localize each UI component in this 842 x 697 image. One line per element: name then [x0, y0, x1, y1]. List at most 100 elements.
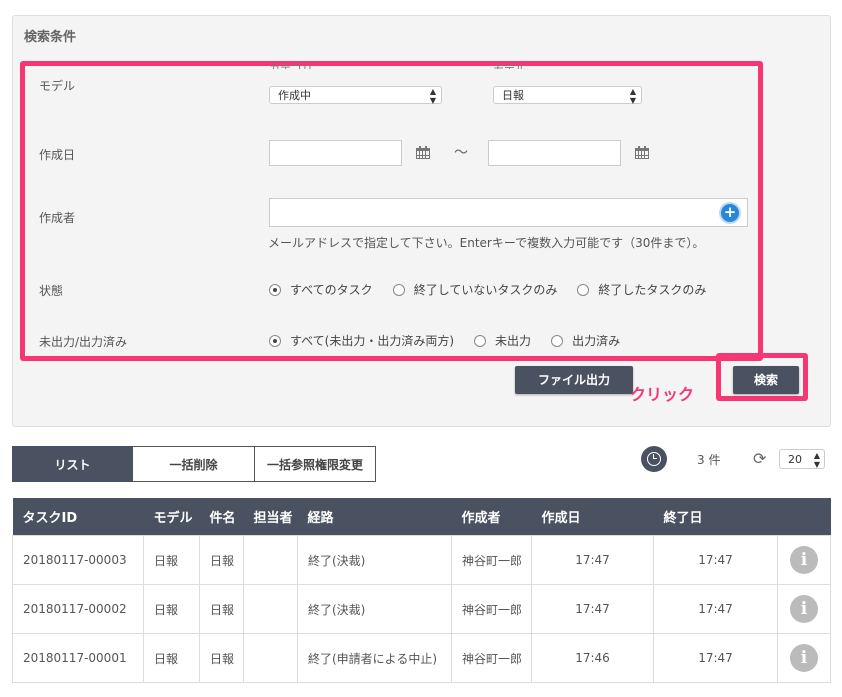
category-select-value: 作成中 [278, 89, 311, 102]
date-to-input[interactable] [488, 140, 621, 166]
model-label: モデル [39, 79, 76, 93]
column-header[interactable]: 作成日 [531, 498, 654, 536]
status-option-unfinished[interactable]: 終了していないタスクのみ [392, 281, 558, 298]
output-label: 未出力/出力済み [39, 335, 128, 349]
table-header-row: タスクID モデル 件名 担当者 経路 作成者 作成日 終了日 [12, 498, 831, 536]
column-header[interactable]: 件名 [199, 498, 244, 536]
radio-button[interactable] [269, 283, 281, 296]
radio-label: すべてのタスク [290, 283, 373, 297]
radio-button[interactable] [551, 334, 564, 347]
column-header[interactable]: 終了日 [653, 498, 778, 536]
refresh-icon[interactable]: ⟳ [753, 449, 766, 468]
status-option-all[interactable]: すべてのタスク [269, 281, 373, 298]
click-annotation: クリック [630, 385, 695, 404]
radio-label: 終了していないタスクのみ [413, 283, 558, 297]
updown-arrow-icon: ▲ ▼ [429, 87, 436, 105]
updown-arrow-icon: ▲ ▼ [629, 87, 636, 105]
updown-arrow-icon: ▲ ▼ [813, 451, 820, 469]
category-header: カテゴリ [269, 62, 313, 69]
finished-cell: 17:47 [653, 535, 778, 585]
search-button[interactable]: 検索 [733, 366, 799, 394]
author-cell: 神谷町一郎 [451, 535, 532, 585]
author-input[interactable] [269, 198, 748, 227]
model-select[interactable]: 日報 ▲ ▼ [493, 86, 642, 105]
subject-cell: 日報 [199, 633, 244, 683]
task-id-cell: 20180117-00003 [12, 535, 144, 585]
subject-cell: 日報 [199, 584, 244, 634]
result-count: 3 件 [697, 453, 721, 467]
radio-label: 出力済み [572, 334, 621, 348]
created-cell: 17:47 [531, 584, 654, 634]
output-option-not-output[interactable]: 未出力 [474, 332, 531, 349]
assignee-cell [243, 584, 298, 634]
model-cell: 日報 [143, 633, 200, 683]
created-cell: 17:47 [531, 535, 654, 585]
radio-button[interactable] [474, 334, 487, 347]
model-cell: 日報 [143, 584, 200, 634]
created-cell: 17:46 [531, 633, 654, 683]
model-cell: 日報 [143, 535, 200, 585]
subject-cell: 日報 [199, 535, 244, 585]
status-label: 状態 [39, 284, 64, 298]
date-from-input[interactable] [269, 140, 402, 166]
column-header[interactable]: 作成者 [451, 498, 532, 536]
radio-label: 未出力 [495, 334, 532, 348]
route-cell: 終了(決裁) [297, 535, 452, 585]
tab-list[interactable]: リスト [12, 446, 133, 482]
task-id-cell: 20180117-00001 [12, 633, 144, 683]
radio-button[interactable] [577, 283, 590, 296]
output-option-output[interactable]: 出力済み [551, 332, 620, 349]
table-row[interactable]: 20180117-00003 日報 日報 終了(決裁) 神谷町一郎 17:47 … [12, 535, 831, 585]
author-cell: 神谷町一郎 [451, 584, 532, 634]
per-page-select[interactable]: 20 ▲ ▼ [779, 449, 825, 469]
output-option-all[interactable]: すべて(未出力・出力済み両方) [269, 332, 454, 349]
assignee-cell [243, 535, 298, 585]
info-cell: i [777, 535, 831, 585]
column-header[interactable]: タスクID [12, 498, 144, 536]
calendar-icon[interactable] [635, 146, 649, 159]
info-icon[interactable]: i [790, 546, 818, 574]
info-cell: i [777, 633, 831, 683]
radio-label: すべて(未出力・出力済み両方) [290, 334, 455, 348]
author-hint: メールアドレスで指定して下さい。Enterキーで複数入力可能です（30件まで）。 [268, 236, 705, 250]
status-option-finished[interactable]: 終了したタスクのみ [577, 281, 706, 298]
model-header: モデル [493, 62, 526, 69]
radio-button[interactable] [392, 283, 405, 296]
per-page-value: 20 [788, 453, 802, 466]
category-select[interactable]: 作成中 ▲ ▼ [269, 86, 442, 105]
finished-cell: 17:47 [653, 633, 778, 683]
column-header[interactable]: モデル [143, 498, 200, 536]
task-id-cell: 20180117-00002 [12, 584, 144, 634]
task-table: タスクID モデル 件名 担当者 経路 作成者 作成日 終了日 20180117… [12, 498, 831, 683]
output-radio-group: すべて(未出力・出力済み両方) 未出力 出力済み [269, 332, 640, 349]
tab-bar: リスト 一括削除 一括参照権限変更 [12, 446, 376, 482]
info-icon[interactable]: i [790, 644, 818, 672]
column-header [777, 498, 831, 536]
column-header[interactable]: 担当者 [243, 498, 298, 536]
radio-button[interactable] [269, 334, 281, 347]
table-row[interactable]: 20180117-00001 日報 日報 終了(申請者による中止) 神谷町一郎 … [12, 633, 831, 683]
table-row[interactable]: 20180117-00002 日報 日報 終了(決裁) 神谷町一郎 17:47 … [12, 584, 831, 634]
model-select-value: 日報 [502, 89, 524, 102]
author-label: 作成者 [39, 211, 76, 225]
author-cell: 神谷町一郎 [451, 633, 532, 683]
finished-cell: 17:47 [653, 584, 778, 634]
panel-title: 検索条件 [24, 30, 77, 45]
search-conditions-panel: 検索条件 モデル カテゴリ モデル 作成中 ▲ ▼ 日報 ▲ ▼ 作成日 ～ 作成者… [12, 15, 831, 427]
column-header[interactable]: 経路 [297, 498, 452, 536]
route-cell: 終了(申請者による中止) [297, 633, 452, 683]
info-cell: i [777, 584, 831, 634]
range-tilde: ～ [454, 145, 468, 161]
info-icon[interactable]: i [790, 595, 818, 623]
add-author-icon[interactable]: + [721, 204, 739, 222]
clock-icon[interactable] [641, 446, 667, 472]
date-label: 作成日 [39, 148, 76, 162]
calendar-icon[interactable] [416, 146, 430, 159]
radio-label: 終了したタスクのみ [598, 283, 707, 297]
file-output-button[interactable]: ファイル出力 [515, 366, 633, 394]
route-cell: 終了(決裁) [297, 584, 452, 634]
assignee-cell [243, 633, 298, 683]
status-radio-group: すべてのタスク 終了していないタスクのみ 終了したタスクのみ [269, 281, 706, 298]
tab-bulk-permission-change[interactable]: 一括参照権限変更 [255, 446, 376, 482]
tab-bulk-delete[interactable]: 一括削除 [133, 446, 255, 482]
